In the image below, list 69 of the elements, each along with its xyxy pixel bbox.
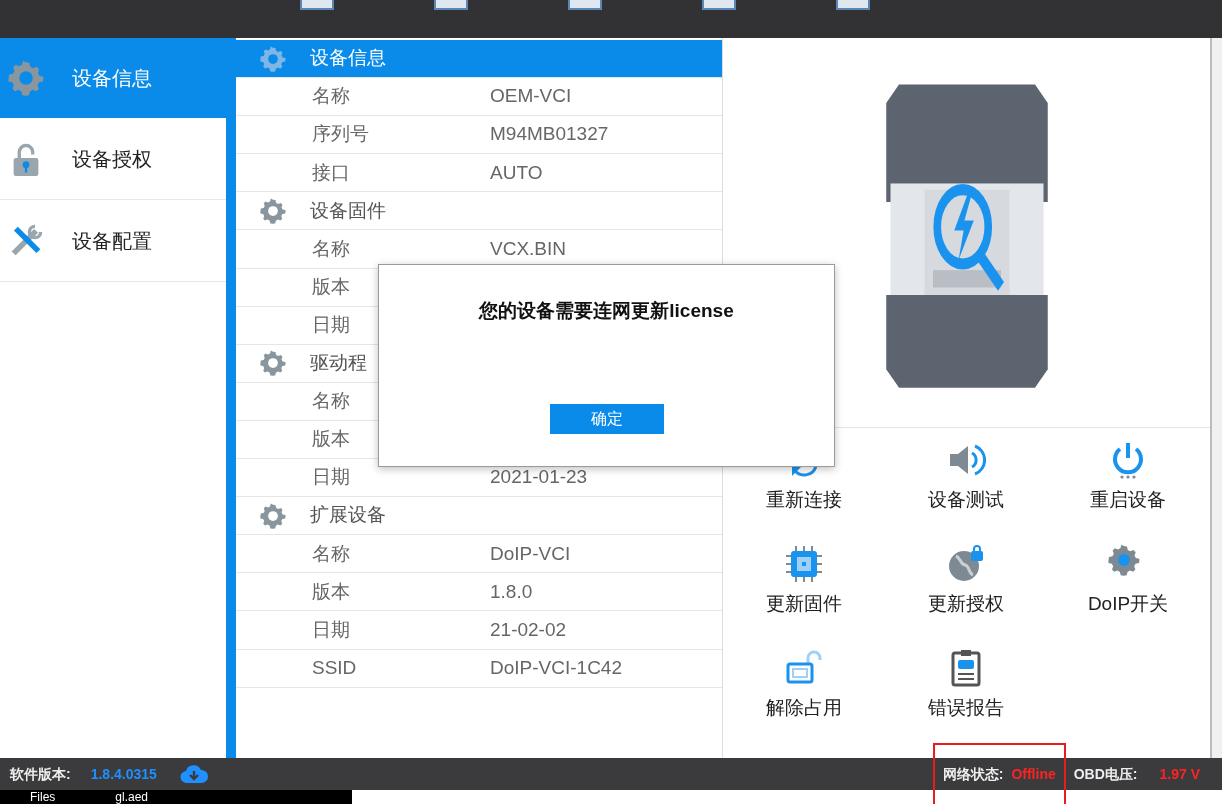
- field-value: VCX.BIN: [490, 236, 567, 261]
- field-value: M94MB01327: [490, 122, 609, 147]
- action-button[interactable]: DoIP开关: [1047, 544, 1209, 648]
- action-label: 解除占用: [766, 696, 842, 720]
- action-button[interactable]: 更新授权: [885, 544, 1047, 648]
- network-status: Offline: [1011, 764, 1056, 784]
- field-value: DoIP-VCI-1C42: [490, 655, 622, 680]
- action-label: 更新固件: [766, 592, 842, 616]
- section-header[interactable]: 设备固件: [236, 192, 722, 231]
- field-label: SSID: [312, 656, 357, 678]
- section-header[interactable]: 扩展设备: [236, 497, 722, 536]
- action-label: DoIP开关: [1087, 592, 1169, 616]
- field-label: 序列号: [312, 123, 369, 145]
- section-header[interactable]: 设备信息: [236, 40, 722, 79]
- action-button[interactable]: 设备测试: [885, 440, 1047, 544]
- field-label: 版本: [312, 428, 350, 450]
- field-value: 1.8.0: [490, 579, 533, 604]
- action-label: 重启设备: [1090, 488, 1166, 512]
- obd-label: OBD电压:: [1073, 764, 1138, 784]
- toolbar-icon[interactable]: [434, 0, 468, 10]
- field-label: 日期: [312, 618, 350, 640]
- action-label: 更新授权: [928, 592, 1004, 616]
- gear-icon: [8, 60, 44, 96]
- sidebar-item[interactable]: 设备授权: [0, 118, 226, 200]
- field-value: AUTO: [490, 160, 543, 185]
- field-label: 日期: [312, 466, 350, 488]
- field-label: 版本: [312, 275, 350, 297]
- cloud-download-icon: [178, 763, 209, 785]
- toolbar-icon[interactable]: [836, 0, 870, 10]
- field-value: OEM-VCI: [490, 84, 572, 109]
- toolbar-icon[interactable]: [702, 0, 736, 10]
- chip-icon: [784, 544, 824, 584]
- sidebar-item[interactable]: 设备信息: [0, 38, 226, 118]
- version-value: 1.8.4.0315: [90, 764, 157, 784]
- field-label: 名称: [312, 85, 350, 107]
- section-title: 扩展设备: [310, 503, 386, 528]
- field-value: DoIP-VCI: [490, 541, 571, 566]
- field-value: 21-02-02: [490, 617, 567, 642]
- obd-value: 1.97 V: [1159, 764, 1200, 784]
- section-title: 设备信息: [310, 46, 386, 71]
- field-label: 版本: [312, 580, 350, 602]
- section-title: 驱动程: [310, 351, 367, 376]
- action-button[interactable]: 解除占用: [723, 648, 885, 752]
- action-label: 错误报告: [928, 696, 1004, 720]
- field-value: 2021-01-23: [490, 465, 588, 490]
- field-label: 名称: [312, 237, 350, 259]
- section-title: 设备固件: [310, 198, 386, 223]
- dialog-message: 您的设备需要连网更新license: [479, 299, 734, 323]
- network-label: 网络状态:: [942, 764, 1004, 784]
- globe-lock-icon: [946, 544, 986, 584]
- gear-icon: [260, 502, 286, 529]
- file-name[interactable]: gl.aed: [115, 790, 149, 804]
- action-button[interactable]: 错误报告: [885, 648, 1047, 752]
- action-button[interactable]: 重启设备: [1047, 440, 1209, 544]
- action-label: 设备测试: [928, 488, 1004, 512]
- action-label: 重新连接: [766, 488, 842, 512]
- toolbar-icon[interactable]: [568, 0, 602, 10]
- field-label: 名称: [312, 542, 350, 564]
- gear-icon: [260, 350, 286, 377]
- file-name[interactable]: Files: [30, 790, 56, 804]
- field-label: 名称: [312, 390, 350, 412]
- gear-icon: [260, 197, 286, 224]
- field-label: 接口: [312, 161, 350, 183]
- version-label: 软件版本:: [10, 764, 71, 784]
- ok-button[interactable]: 确定: [549, 403, 664, 434]
- gear-icon: [260, 45, 286, 72]
- action-button[interactable]: 更新固件: [723, 544, 885, 648]
- toolbar-icon[interactable]: [300, 0, 334, 10]
- field-label: 日期: [312, 313, 350, 335]
